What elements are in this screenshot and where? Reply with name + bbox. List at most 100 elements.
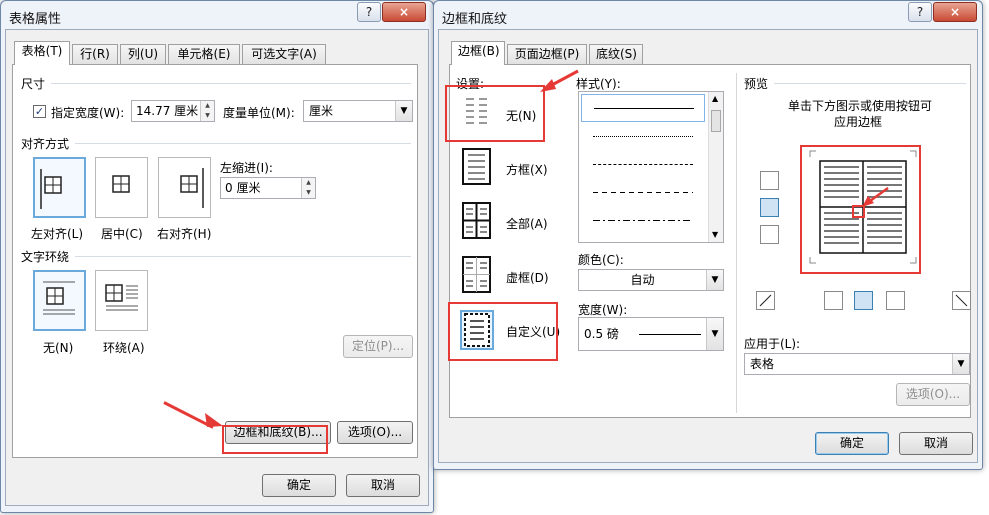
options-button[interactable]: 选项(O)... bbox=[337, 421, 413, 444]
scroll-thumb[interactable] bbox=[711, 110, 721, 132]
style-option-dash-dot[interactable] bbox=[593, 220, 693, 221]
tab-alt-text[interactable]: 可选文字(A) bbox=[242, 44, 326, 65]
setting-box-label[interactable]: 方框(X) bbox=[506, 161, 548, 178]
tab-cell[interactable]: 单元格(E) bbox=[168, 44, 240, 65]
setting-custom-icon[interactable] bbox=[460, 310, 494, 350]
width-spinner[interactable]: ▲ ▼ bbox=[200, 101, 214, 121]
borders-titlebar[interactable]: 边框和底纹 ? × bbox=[434, 1, 982, 31]
setting-none-icon[interactable] bbox=[460, 93, 494, 133]
tab-table[interactable]: 表格(T) bbox=[14, 41, 70, 65]
style-scrollbar[interactable]: ▲ ▼ bbox=[708, 92, 723, 242]
color-label: 颜色(C): bbox=[578, 253, 624, 267]
align-left-tile[interactable] bbox=[33, 157, 86, 218]
width-select[interactable]: 0.5 磅 ▼ bbox=[578, 317, 724, 351]
inside-horizontal-border-button[interactable] bbox=[760, 198, 779, 217]
left-indent-input[interactable]: 0 厘米 ▲ ▼ bbox=[220, 177, 316, 199]
align-center-label: 居中(C) bbox=[101, 227, 143, 241]
setting-grid-label[interactable]: 虚框(D) bbox=[506, 269, 549, 286]
right-border-button[interactable] bbox=[886, 291, 905, 310]
setting-all-icon[interactable] bbox=[460, 201, 494, 241]
table-properties-titlebar[interactable]: 表格属性 ? × bbox=[1, 1, 433, 31]
width-label: 宽度(W): bbox=[578, 303, 628, 317]
align-right-label: 右对齐(H) bbox=[157, 227, 212, 241]
style-option-solid[interactable] bbox=[581, 94, 705, 122]
chevron-down-icon[interactable]: ▼ bbox=[706, 318, 723, 350]
scroll-down-icon[interactable]: ▼ bbox=[712, 230, 718, 239]
wrap-none-label: 无(N) bbox=[43, 341, 74, 355]
tab-page-border[interactable]: 页面边框(P) bbox=[507, 44, 587, 65]
tab-column[interactable]: 列(U) bbox=[120, 44, 166, 65]
close-button[interactable]: × bbox=[382, 2, 426, 22]
unit-select[interactable]: 厘米 ▼ bbox=[303, 100, 413, 122]
cancel-button[interactable]: 取消 bbox=[899, 432, 973, 455]
setting-box-icon[interactable] bbox=[460, 147, 494, 187]
tab-row[interactable]: 行(R) bbox=[72, 44, 118, 65]
scroll-up-icon[interactable]: ▲ bbox=[712, 94, 718, 103]
left-indent-label: 左缩进(I): bbox=[220, 161, 273, 175]
border-options-button[interactable]: 选项(O)... bbox=[896, 383, 970, 406]
color-value: 自动 bbox=[630, 273, 655, 287]
borders-tab-panel: 设置: 无(N) 方框(X) 全部(A) 虚框(D) 自定义(U) 样式(Y):… bbox=[449, 64, 971, 418]
divider bbox=[75, 143, 411, 144]
alignment-group-header: 对齐方式 bbox=[21, 137, 70, 151]
divider bbox=[51, 83, 411, 84]
align-right-tile[interactable] bbox=[158, 157, 211, 218]
top-border-button[interactable] bbox=[760, 171, 779, 190]
setting-none-label[interactable]: 无(N) bbox=[506, 107, 536, 124]
style-list[interactable]: ▲ ▼ bbox=[578, 91, 724, 243]
setting-custom-label[interactable]: 自定义(U) bbox=[506, 323, 560, 340]
align-left-icon bbox=[40, 169, 62, 209]
wrap-around-tile[interactable] bbox=[95, 270, 148, 331]
dialog-title: 表格属性 bbox=[9, 12, 62, 27]
setting-all-label[interactable]: 全部(A) bbox=[506, 215, 548, 232]
diagonal-down-border-button[interactable] bbox=[952, 291, 971, 310]
inside-vertical-border-button[interactable] bbox=[854, 291, 873, 310]
align-center-tile[interactable] bbox=[95, 157, 148, 218]
wrap-around-label: 环绕(A) bbox=[103, 341, 145, 355]
wrap-around-icon bbox=[105, 284, 138, 311]
preview-header: 预览 bbox=[744, 77, 769, 91]
cancel-button[interactable]: 取消 bbox=[346, 474, 420, 497]
help-button[interactable]: ? bbox=[908, 2, 932, 22]
setting-grid-icon[interactable] bbox=[460, 255, 494, 295]
spin-down-icon[interactable]: ▼ bbox=[302, 188, 315, 198]
ok-button[interactable]: 确定 bbox=[262, 474, 336, 497]
width-value: 14.77 厘米 bbox=[136, 104, 199, 118]
diagonal-up-border-button[interactable] bbox=[756, 291, 775, 310]
divider bbox=[75, 256, 411, 257]
ok-button[interactable]: 确定 bbox=[815, 432, 889, 455]
align-center-icon bbox=[112, 175, 130, 193]
apply-to-select[interactable]: 表格 ▼ bbox=[744, 353, 970, 375]
annotation-arrow-icon bbox=[862, 186, 889, 207]
style-option-dashed[interactable] bbox=[593, 192, 693, 193]
table-tab-panel: 尺寸 ✓ 指定宽度(W): 14.77 厘米 ▲ ▼ 度量单位(M): 厘米 ▼ … bbox=[12, 64, 418, 458]
preferred-width-checkbox[interactable]: ✓ bbox=[33, 105, 46, 118]
wrap-none-icon bbox=[43, 281, 75, 315]
tab-shading[interactable]: 底纹(S) bbox=[589, 44, 643, 65]
preview-hint-line2: 应用边框 bbox=[834, 115, 883, 129]
spin-up-icon[interactable]: ▲ bbox=[302, 178, 315, 188]
setting-header: 设置: bbox=[456, 77, 485, 91]
chevron-down-icon[interactable]: ▼ bbox=[952, 354, 969, 374]
bottom-border-button[interactable] bbox=[760, 225, 779, 244]
style-option-dotted[interactable] bbox=[593, 136, 693, 137]
style-option-dashed-fine[interactable] bbox=[593, 164, 693, 165]
chevron-down-icon[interactable]: ▼ bbox=[706, 270, 723, 290]
chevron-down-icon[interactable]: ▼ bbox=[395, 101, 412, 121]
spin-down-icon[interactable]: ▼ bbox=[201, 111, 214, 121]
preview-hint-line1: 单击下方图示或使用按钮可 bbox=[788, 99, 933, 113]
indent-spinner[interactable]: ▲ ▼ bbox=[301, 178, 315, 198]
wrap-none-tile[interactable] bbox=[33, 270, 86, 331]
borders-shading-button[interactable]: 边框和底纹(B)... bbox=[225, 421, 331, 444]
width-input[interactable]: 14.77 厘米 ▲ ▼ bbox=[131, 100, 215, 122]
arrow-head-icon bbox=[205, 413, 223, 427]
color-select[interactable]: 自动 ▼ bbox=[578, 269, 724, 291]
tab-borders[interactable]: 边框(B) bbox=[451, 41, 505, 65]
help-button[interactable]: ? bbox=[357, 2, 381, 22]
unit-label: 度量单位(M): bbox=[223, 106, 295, 120]
close-button[interactable]: × bbox=[933, 2, 977, 22]
position-button[interactable]: 定位(P)... bbox=[343, 335, 413, 358]
style-header: 样式(Y): bbox=[576, 77, 621, 91]
left-border-button[interactable] bbox=[824, 291, 843, 310]
spin-up-icon[interactable]: ▲ bbox=[201, 101, 214, 111]
